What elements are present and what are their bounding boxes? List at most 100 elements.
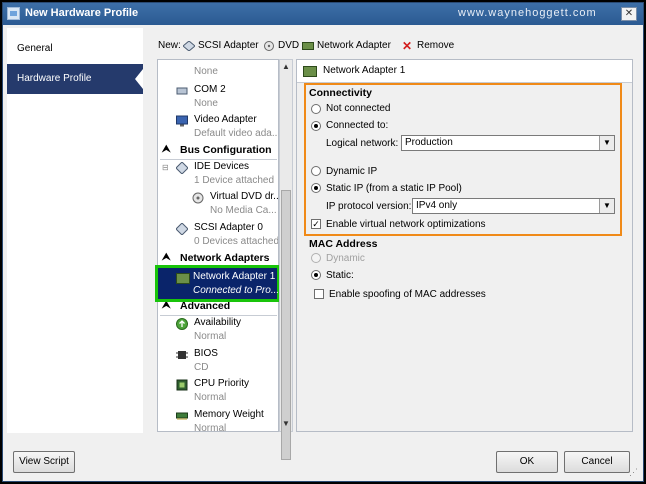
collapse-chevron-icon: ⮝ [162,300,171,311]
dynamic-ip-radio[interactable] [311,166,321,176]
section-title: Advanced [180,300,231,312]
video-adapter-label: Video Adapter [194,114,257,125]
dvd-drive-icon [192,192,204,204]
com1-value: None [194,66,218,77]
title-bar: New Hardware Profile www.waynehoggett.co… [3,3,643,25]
section-title: Network Adapters [180,252,270,264]
resize-grip-icon[interactable]: ⋰ [629,467,641,479]
bios-value: CD [194,362,209,373]
static-ip-radio[interactable] [311,183,321,193]
enable-optimizations-checkbox[interactable]: ✓ [311,219,321,229]
logical-network-label: Logical network: [326,138,399,149]
new-scsi-adapter-button[interactable]: SCSI Adapter [183,40,259,51]
dvd-icon [264,40,274,51]
virtual-dvd-value: No Media Ca... [210,205,277,216]
dynamic-ip-label: Dynamic IP [326,166,378,177]
collapse-chevron-icon: ⮝ [162,252,171,263]
scroll-up-icon[interactable]: ▲ [281,61,291,73]
remove-label: Remove [417,40,455,51]
ide-value: 1 Device attached [194,175,275,186]
close-button[interactable]: ✕ [621,7,637,21]
network-adapter-icon [302,41,314,50]
network-adapter-icon [176,273,190,284]
ip-protocol-select[interactable]: IPv4 only ▼ [412,198,615,214]
network-adapter-label: Network Adapter [317,40,391,51]
mac-spoofing-label: Enable spoofing of MAC addresses [329,289,486,300]
hardware-tree: None COM 2 None Video Adapter Default vi… [157,59,279,432]
not-connected-label: Not connected [326,103,391,114]
section-advanced[interactable]: ⮝ Advanced [160,299,277,316]
scsi-adapter-label: SCSI Adapter 0 [194,222,263,233]
scsi-icon [183,40,195,51]
connectivity-title: Connectivity [309,87,373,99]
not-connected-radio[interactable] [311,104,321,114]
app-icon [7,7,20,20]
nav-item-label: Hardware Profile [17,73,92,84]
new-dvd-button[interactable]: DVD [263,40,299,51]
ip-protocol-label: IP protocol version: [326,201,412,212]
ide-label: IDE Devices [194,161,250,172]
dropdown-arrow-icon: ▼ [599,199,614,213]
memory-icon [176,412,188,420]
memory-weight-value: Normal [194,423,227,432]
ide-icon [176,162,188,174]
dropdown-arrow-icon: ▼ [599,136,614,150]
connected-to-radio[interactable] [311,121,321,131]
new-label: New: [158,40,181,51]
logical-network-value: Production [405,137,453,148]
section-network-adapters[interactable]: ⮝ Network Adapters [160,251,277,268]
monitor-icon [176,115,188,127]
availability-label: Availability [194,317,242,328]
scsi-icon [176,223,188,235]
mac-dynamic-label: Dynamic [326,253,365,264]
mac-dynamic-radio[interactable] [311,253,321,263]
com2-label: COM 2 [194,84,226,95]
scsi-label: SCSI Adapter [198,40,259,51]
com2-value: None [194,98,218,109]
connected-to-label: Connected to: [326,120,389,131]
static-ip-label: Static IP (from a static IP Pool) [326,183,462,194]
availability-icon [176,318,188,330]
network-adapter-label: Network Adapter 1 [193,271,276,282]
left-navigation: General Hardware Profile [7,28,143,433]
com-port-icon [176,87,188,95]
selection-arrow-icon [135,69,143,89]
watermark-text: www.waynehoggett.com [458,7,597,19]
mac-spoofing-checkbox[interactable] [314,289,324,299]
availability-value: Normal [194,331,227,342]
remove-button[interactable]: ✕ Remove [402,38,455,53]
cpu-priority-label: CPU Priority [194,378,250,389]
video-adapter-value: Default video ada... [194,128,279,139]
tree-scrollbar[interactable]: ▲ ▼ [279,59,293,460]
new-network-adapter-button[interactable]: Network Adapter [302,40,391,51]
remove-icon: ✕ [402,38,413,53]
dvd-label: DVD [278,40,300,51]
panel-header: Network Adapter 1 [297,60,632,83]
enable-optimizations-label: Enable virtual network optimizations [326,219,486,230]
mac-static-radio[interactable] [311,270,321,280]
network-adapter-icon [303,66,317,77]
ip-protocol-value: IPv4 only [416,200,458,211]
tree-item-network-adapter-selected[interactable]: Network Adapter 1 Connected to Pro... [155,265,280,302]
nav-item-hardware-profile[interactable]: Hardware Profile [7,64,143,94]
network-adapter-value: Connected to Pro... [193,285,280,296]
section-bus-configuration[interactable]: ⮝ Bus Configuration [160,143,277,160]
panel-title: Network Adapter 1 [323,65,406,76]
bios-chip-icon [176,351,188,359]
virtual-dvd-label: Virtual DVD dr... [210,191,279,202]
memory-weight-label: Memory Weight [194,409,264,420]
nav-item-general[interactable]: General [7,34,143,64]
mac-static-label: Static: [326,270,354,281]
cancel-button[interactable]: Cancel [564,451,630,473]
bios-label: BIOS [194,348,218,359]
logical-network-select[interactable]: Production ▼ [401,135,615,151]
cpu-icon [176,379,188,391]
collapse-chevron-icon: ⮝ [162,144,171,155]
window-title: New Hardware Profile [25,7,139,19]
scroll-down-icon[interactable]: ▼ [281,418,291,430]
ok-button[interactable]: OK [496,451,558,473]
view-script-button[interactable]: View Script [13,451,75,473]
nav-item-label: General [17,43,53,54]
cpu-priority-value: Normal [194,392,227,403]
section-title: Bus Configuration [180,144,272,156]
